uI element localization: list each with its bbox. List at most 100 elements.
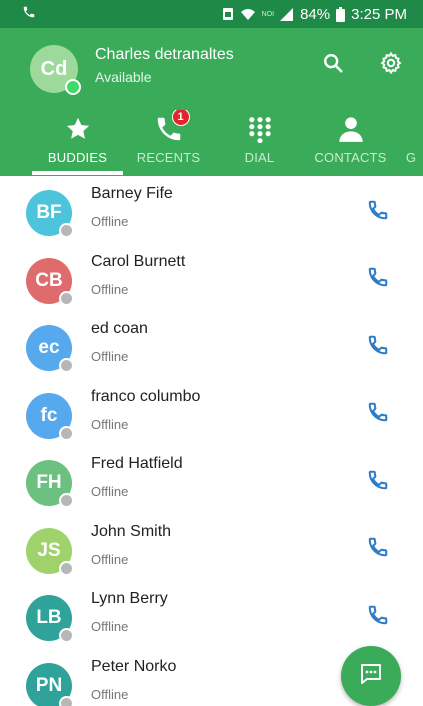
star-icon <box>64 112 92 146</box>
phone-icon <box>367 469 389 496</box>
tab-label: DIAL <box>244 150 275 165</box>
presence-indicator <box>59 628 74 643</box>
phone-icon: 1 <box>154 110 190 146</box>
tab-bar: BUDDIES 1 RECENTS DIAL CONTACTS G <box>0 110 423 176</box>
list-item[interactable]: ec ed coan Offline <box>0 311 423 379</box>
avatar-initials: PN <box>35 674 63 696</box>
presence-indicator <box>59 560 74 576</box>
buddy-name: Fred Hatfield <box>91 455 183 472</box>
network-label: NOI <box>261 10 275 18</box>
phone-icon <box>367 334 389 361</box>
presence-indicator <box>59 358 74 373</box>
list-item[interactable]: LB Lynn Berry Offline <box>0 581 423 649</box>
status-left <box>22 5 36 23</box>
avatar[interactable]: JS <box>26 527 74 576</box>
phone-icon <box>367 604 389 631</box>
presence-indicator <box>59 695 74 706</box>
battery-percent: 84% <box>300 5 331 23</box>
tab-label: CONTACTS <box>314 150 387 165</box>
call-button[interactable] <box>364 468 392 496</box>
avatar-initials: JS <box>37 539 61 561</box>
phone-icon <box>367 199 389 226</box>
avatar-initials: LB <box>36 607 62 628</box>
buddy-name: ed coan <box>91 320 148 337</box>
call-button[interactable] <box>364 536 392 564</box>
list-item[interactable]: JS John Smith Offline <box>0 514 423 582</box>
avatar-initials: FH <box>36 472 62 493</box>
phone-icon <box>367 536 389 563</box>
person-icon <box>337 112 365 146</box>
chat-button[interactable] <box>341 646 401 706</box>
avatar[interactable]: LB <box>26 595 74 643</box>
avatar-initials: Cd <box>40 57 68 80</box>
call-button[interactable] <box>364 198 392 226</box>
tab-label: G <box>405 150 417 165</box>
avatar[interactable]: ec <box>26 325 74 373</box>
buddy-name: Carol Burnett <box>91 252 186 270</box>
call-button[interactable] <box>364 401 392 429</box>
tab-recents[interactable]: 1 RECENTS <box>123 110 214 176</box>
sim-icon <box>222 7 234 21</box>
list-item[interactable]: fc franco columbo Offline <box>0 379 423 447</box>
phone-call-icon <box>22 5 36 23</box>
buddy-status: Offline <box>91 484 129 499</box>
tab-indicator <box>32 171 123 175</box>
appbar-actions <box>319 51 405 79</box>
avatar[interactable]: PN <box>26 662 74 706</box>
presence-indicator <box>59 290 74 306</box>
avatar[interactable]: BF <box>26 190 74 238</box>
buddy-status: Offline <box>91 686 129 702</box>
presence-indicator <box>59 493 74 508</box>
profile-status[interactable]: Available <box>95 69 234 85</box>
gear-icon <box>379 51 403 80</box>
buddy-status: Offline <box>91 551 129 567</box>
phone-icon <box>367 266 389 293</box>
call-button[interactable] <box>364 603 392 631</box>
list-item[interactable]: FH Fred Hatfield Offline <box>0 446 423 514</box>
avatar-initials: ec <box>38 337 60 358</box>
buddy-name: Peter Norko <box>91 657 177 675</box>
buddy-list: BF Barney Fife Offline CB Carol Burnett Offli… <box>0 176 423 706</box>
recents-badge: 1 <box>171 110 190 126</box>
battery-icon <box>336 6 346 22</box>
tab-label: BUDDIES <box>47 150 108 165</box>
buddy-name: Lynn Berry <box>91 590 168 607</box>
buddy-name: John Smith <box>91 522 172 540</box>
avatar-initials: BF <box>36 202 62 223</box>
buddy-status: Offline <box>91 281 129 297</box>
profile[interactable]: Cd Charles detranaltes Available <box>30 45 234 95</box>
status-right: NOI 84% 3:25 PM <box>222 6 407 23</box>
app-bar: Cd Charles detranaltes Available BUDDIES… <box>0 28 423 176</box>
buddy-status: Offline <box>91 416 129 432</box>
avatar[interactable]: Cd <box>30 45 81 95</box>
buddy-status: Offline <box>91 214 129 229</box>
list-item[interactable]: BF Barney Fife Offline <box>0 176 423 244</box>
tab-more[interactable]: G <box>396 110 423 176</box>
settings-button[interactable] <box>377 51 405 79</box>
profile-name: Charles detranaltes <box>95 46 234 63</box>
avatar[interactable]: CB <box>26 257 74 306</box>
profile-text: Charles detranaltes Available <box>95 46 234 85</box>
buddy-status: Offline <box>91 349 129 364</box>
call-button[interactable] <box>364 266 392 294</box>
tab-contacts[interactable]: CONTACTS <box>305 110 396 176</box>
presence-indicator <box>59 223 74 238</box>
list-item[interactable]: CB Carol Burnett Offline <box>0 244 423 312</box>
buddy-name: Barney Fife <box>91 185 173 202</box>
presence-indicator <box>65 79 81 95</box>
avatar-initials: fc <box>40 404 58 426</box>
call-button[interactable] <box>364 333 392 361</box>
buddy-status: Offline <box>91 619 129 634</box>
phone-icon <box>367 401 389 428</box>
avatar[interactable]: FH <box>26 460 74 508</box>
search-button[interactable] <box>319 51 347 79</box>
tab-dial[interactable]: DIAL <box>214 110 305 176</box>
presence-indicator <box>59 425 74 441</box>
signal-icon <box>280 7 294 21</box>
dialpad-icon <box>246 112 274 146</box>
avatar[interactable]: fc <box>26 392 74 441</box>
wifi-icon <box>240 8 256 21</box>
tab-label: RECENTS <box>136 150 201 165</box>
clock: 3:25 PM <box>351 5 407 23</box>
tab-buddies[interactable]: BUDDIES <box>32 110 123 176</box>
